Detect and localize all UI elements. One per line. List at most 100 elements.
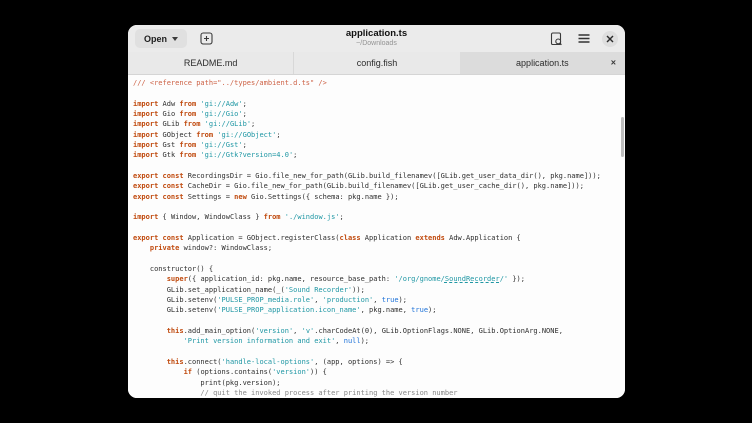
code-token: 'gi://GLib' — [205, 120, 251, 128]
code-token — [133, 275, 167, 283]
code-token: .charCodeAt(0), GLib.OptionFlags.NONE, G… — [314, 327, 563, 335]
code-token: , — [373, 296, 381, 304]
code-token: ({ application_id: pkg.name, resource_ba… — [188, 275, 395, 283]
code-line: private window?: WindowClass; — [133, 243, 625, 253]
open-button-label: Open — [144, 34, 167, 44]
code-token: 'Sound Recorder' — [285, 286, 352, 294]
code-token: Gtk — [158, 151, 179, 159]
code-token: import — [133, 213, 158, 221]
code-line: export const Application = GObject.regis… — [133, 233, 625, 243]
header-left-controls: Open — [135, 29, 216, 49]
code-token: from — [264, 213, 281, 221]
tab-close-button[interactable]: × — [611, 59, 616, 68]
code-line — [133, 88, 625, 98]
code-token: constructor() { — [133, 265, 213, 273]
code-token: import — [133, 131, 158, 139]
code-line: GLib.setenv('PULSE_PROP_application.icon… — [133, 305, 625, 315]
text-editor-window: Open application.ts ~/Downloads — [128, 25, 625, 398]
code-token: 'production' — [323, 296, 374, 304]
tab-bar: README.mdconfig.fish application.ts × — [128, 52, 625, 75]
code-token: import — [133, 110, 158, 118]
code-token: 'gi://Adw' — [200, 100, 242, 108]
code-line: 'Print version information and exit', nu… — [133, 336, 625, 346]
code-token: export const — [133, 234, 184, 242]
code-line: this.add_main_option('version', 'v'.char… — [133, 326, 625, 336]
code-token: true — [382, 296, 399, 304]
header-right-controls — [546, 29, 618, 49]
tab-config-fish[interactable]: config.fish — [293, 52, 459, 74]
code-token: from — [179, 151, 196, 159]
code-token: Gio — [158, 110, 179, 118]
code-token: /' — [500, 275, 508, 283]
chevron-down-icon — [172, 37, 178, 41]
code-token: print(pkg.version); — [133, 379, 281, 387]
tab-readme-md[interactable]: README.md — [128, 52, 293, 74]
code-line: import Gst from 'gi://Gst'; — [133, 140, 625, 150]
code-line: import Gio from 'gi://Gio'; — [133, 109, 625, 119]
code-token: Application = GObject.registerClass( — [184, 234, 340, 242]
code-token — [133, 358, 167, 366]
tab-label: application.ts — [516, 58, 569, 68]
code-token: ; — [340, 213, 344, 221]
code-token: ); — [428, 306, 436, 314]
code-token: CacheDir = Gio.file_new_for_path(GLib.bu… — [184, 182, 584, 190]
code-token: 'gi://GObject' — [217, 131, 276, 139]
code-line: // quit the invoked process after printi… — [133, 388, 625, 398]
code-token: /// <reference path="../types/ambient.d.… — [133, 79, 327, 87]
open-button[interactable]: Open — [135, 29, 187, 48]
code-line: this.connect('handle-local-options', (ap… — [133, 357, 625, 367]
code-token: 'handle-local-options' — [222, 358, 315, 366]
code-token: Adw — [158, 100, 179, 108]
code-token: 'version' — [255, 327, 293, 335]
code-token: ); — [399, 296, 407, 304]
code-token: GLib.setenv( — [133, 306, 217, 314]
code-token: 'version' — [272, 368, 310, 376]
vertical-scrollbar[interactable] — [621, 117, 624, 157]
code-token: , pkg.name, — [361, 306, 412, 314]
code-token: from — [179, 110, 196, 118]
code-token: ; — [243, 110, 247, 118]
code-token: from — [179, 100, 196, 108]
code-token: true — [411, 306, 428, 314]
code-token: './window.js' — [285, 213, 340, 221]
code-token: export const — [133, 193, 184, 201]
code-token: ; — [276, 131, 280, 139]
document-preview-button[interactable] — [546, 29, 566, 49]
code-line: GLib.set_application_name(_('Sound Recor… — [133, 285, 625, 295]
code-token: , (app, options) => { — [314, 358, 403, 366]
code-token: .connect( — [184, 358, 222, 366]
code-token: import — [133, 100, 158, 108]
code-line: export const Settings = new Gio.Settings… — [133, 192, 625, 202]
code-token: (options.contains( — [192, 368, 272, 376]
tab-application-ts[interactable]: application.ts × — [460, 52, 625, 74]
code-token: this — [167, 358, 184, 366]
code-token: Application — [361, 234, 416, 242]
close-icon — [606, 35, 614, 43]
code-token: class — [340, 234, 361, 242]
code-token: Adw.Application { — [445, 234, 521, 242]
code-line: constructor() { — [133, 264, 625, 274]
code-token: GLib.setenv( — [133, 296, 217, 304]
window-close-button[interactable] — [602, 31, 618, 47]
main-menu-button[interactable] — [574, 29, 594, 49]
code-token: 'Print version information and exit' — [184, 337, 336, 345]
code-line: import GObject from 'gi://GObject'; — [133, 130, 625, 140]
hamburger-icon — [578, 34, 590, 43]
window-title: application.ts — [346, 29, 407, 39]
code-token: GLib — [158, 120, 183, 128]
code-line: super({ application_id: pkg.name, resour… — [133, 274, 625, 284]
code-line: GLib.setenv('PULSE_PROP_media.role', 'pr… — [133, 295, 625, 305]
code-token: export const — [133, 182, 184, 190]
code-token — [133, 337, 184, 345]
code-token: from — [184, 120, 201, 128]
code-token: new — [234, 193, 247, 201]
desktop-background: Open application.ts ~/Downloads — [0, 0, 752, 423]
code-token — [133, 244, 150, 252]
code-area[interactable]: /// <reference path="../types/ambient.d.… — [128, 75, 625, 398]
code-token: null — [344, 337, 361, 345]
new-tab-button[interactable] — [196, 29, 216, 49]
code-token: 'gi://Gtk?version=4.0' — [200, 151, 293, 159]
code-token: Gio.Settings({ schema: pkg.name }); — [247, 193, 399, 201]
code-token — [133, 368, 184, 376]
code-line — [133, 202, 625, 212]
